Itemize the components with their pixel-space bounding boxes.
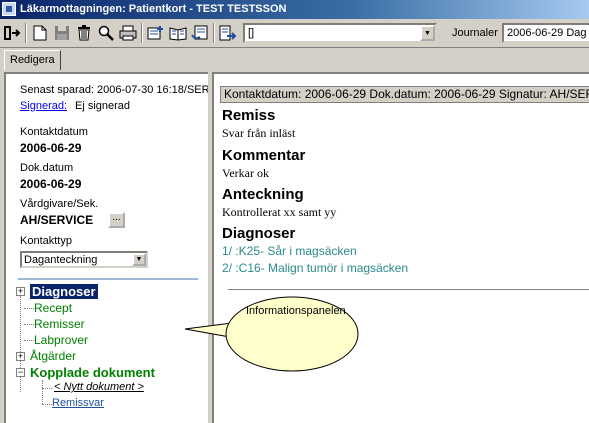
- doc-date-value[interactable]: 2006-06-29: [20, 177, 81, 191]
- save-icon[interactable]: [52, 23, 72, 43]
- print-icon[interactable]: [118, 23, 138, 43]
- tree-line: [24, 340, 34, 341]
- comment-text: Verkar ok: [222, 166, 269, 180]
- left-panel: Senast sparad: 2006-07-30 16:18/SERVICE …: [4, 72, 208, 423]
- refresh-icon[interactable]: [190, 23, 210, 43]
- book-icon[interactable]: [168, 23, 188, 43]
- record-combo[interactable]: [] ▼: [243, 23, 437, 43]
- remiss-text: Svar från inläst: [222, 126, 296, 140]
- diagnosis-item[interactable]: 2/ :C16- Malign tumör i magsäcken: [222, 261, 408, 275]
- search-icon[interactable]: [96, 23, 116, 43]
- callout-text: Informationspanelen: [246, 305, 346, 317]
- tree-item-recept[interactable]: Recept: [34, 301, 72, 315]
- collapse-icon[interactable]: −: [16, 368, 25, 377]
- toolbar-separator: [25, 23, 27, 43]
- section-rule: [228, 289, 589, 290]
- journal-label: Journaler: [452, 27, 498, 39]
- tree-item-remissvar[interactable]: Remissvar: [52, 397, 104, 409]
- tree-item-atgarder[interactable]: Åtgärder: [30, 349, 76, 363]
- delete-icon[interactable]: [74, 23, 94, 43]
- tree-line: [42, 388, 52, 389]
- tree-line: [42, 380, 43, 404]
- doc-date-label: Dok.datum: [20, 162, 74, 174]
- window-title: Läkarmottagningen: Patientkort - TEST TE…: [20, 3, 287, 15]
- comment-heading: Kommentar: [222, 147, 306, 164]
- exit-icon[interactable]: [2, 23, 22, 43]
- note-heading: Anteckning: [222, 186, 304, 203]
- signed-status: Ej signerad: [75, 100, 131, 112]
- caregiver-label: Vårdgivare/Sek.: [20, 198, 99, 210]
- contact-date-label: Kontaktdatum: [20, 126, 88, 138]
- diagnosis-item[interactable]: 1/ :K25- Sår i magsäcken: [222, 244, 357, 258]
- journal-combo-value: 2006-06-29 Dag: [507, 27, 587, 39]
- app-icon: [2, 2, 16, 16]
- caregiver-browse-button[interactable]: ...: [108, 212, 125, 228]
- expand-icon[interactable]: +: [16, 352, 25, 361]
- chevron-down-icon[interactable]: ▼: [132, 253, 146, 266]
- tree-line: [42, 404, 52, 405]
- expand-icon[interactable]: +: [16, 287, 25, 296]
- journal-combo[interactable]: 2006-06-29 Dag: [502, 23, 589, 43]
- title-bar: Läkarmottagningen: Patientkort - TEST TE…: [0, 0, 589, 19]
- tree-line: [24, 308, 34, 309]
- tree-item-diagnoser[interactable]: Diagnoser: [30, 284, 98, 299]
- contact-type-label: Kontakttyp: [20, 235, 72, 247]
- tree-item-nytt-dokument[interactable]: < Nytt dokument >: [54, 381, 144, 393]
- diagnoses-heading: Diagnoser: [222, 225, 296, 242]
- toolbar-separator: [141, 23, 143, 43]
- tree-item-kopplade-dokument[interactable]: Kopplade dokument: [30, 365, 155, 380]
- new-document-icon[interactable]: [30, 23, 50, 43]
- remiss-heading: Remiss: [222, 107, 276, 124]
- note-text: Kontrollerat xx samt yy: [222, 205, 337, 219]
- last-saved-text: Senast sparad: 2006-07-30 16:18/SERVICE: [20, 84, 208, 96]
- tree-line: [24, 324, 34, 325]
- forward-icon[interactable]: [218, 23, 238, 43]
- contact-date-value[interactable]: 2006-06-29: [20, 141, 81, 155]
- tree-item-labprover[interactable]: Labprover: [34, 333, 88, 347]
- contact-type-value: Daganteckning: [24, 254, 98, 266]
- info-header: Kontaktdatum: 2006-06-29 Dok.datum: 2006…: [220, 86, 589, 103]
- tab-strip: Redigera: [0, 48, 589, 70]
- caregiver-value[interactable]: AH/SERVICE: [20, 213, 93, 227]
- contact-type-select[interactable]: Daganteckning ▼: [20, 251, 148, 268]
- panel-divider: [18, 278, 198, 280]
- tree-line: [20, 296, 21, 392]
- signed-link[interactable]: Signerad:: [20, 100, 67, 112]
- tab-redigera[interactable]: Redigera: [4, 50, 61, 70]
- toolbar-separator: [213, 23, 215, 43]
- toolbar: [] ▼ Journaler 2006-06-29 Dag: [0, 20, 589, 48]
- record-combo-value: []: [248, 27, 255, 39]
- tree-item-remisser[interactable]: Remisser: [34, 317, 85, 331]
- add-user-icon[interactable]: [146, 23, 166, 43]
- chevron-down-icon[interactable]: ▼: [420, 25, 435, 41]
